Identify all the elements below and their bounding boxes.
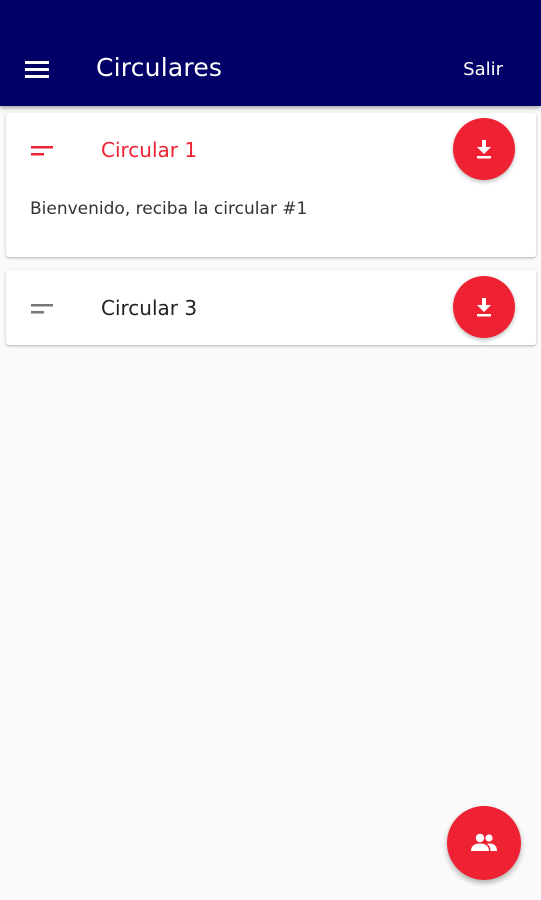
people-fab-button[interactable] [447, 806, 521, 880]
download-button[interactable] [453, 118, 515, 180]
download-button[interactable] [453, 276, 515, 338]
circular-title: Circular 3 [101, 296, 198, 320]
download-icon [477, 298, 491, 317]
logout-button[interactable]: Salir [463, 59, 503, 80]
circular-description: Bienvenido, reciba la circular #1 [30, 199, 308, 219]
circular-card[interactable]: Circular 1 Bienvenido, reciba la circula… [6, 113, 536, 257]
people-icon [471, 833, 497, 851]
circulares-screen: Circulares Salir Circular 1 Bienvenido, … [0, 0, 541, 900]
menu-button[interactable] [20, 54, 54, 84]
app-bar: Circulares Salir [0, 0, 541, 106]
short-text-icon [31, 146, 53, 156]
menu-icon [25, 61, 49, 78]
circular-title: Circular 1 [101, 138, 198, 162]
short-text-icon [31, 304, 53, 314]
page-title: Circulares [96, 53, 223, 82]
download-icon [477, 140, 491, 159]
circular-card[interactable]: Circular 3 [6, 270, 536, 345]
